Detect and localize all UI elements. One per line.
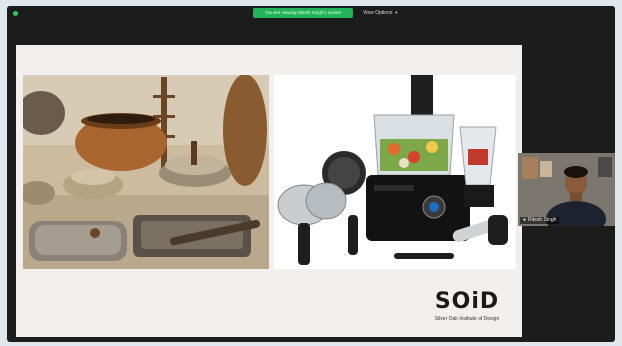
soid-logo-subtext: Silver Oak Institute of Design xyxy=(434,316,500,322)
food-processor-photo xyxy=(274,75,516,269)
traditional-utensils-photo xyxy=(23,75,269,269)
view-options-label: View Options xyxy=(363,10,393,16)
screen-share-banner: You are viewing Ritesh Singh's screen xyxy=(253,8,353,18)
meeting-top-bar: You are viewing Ritesh Singh's screen Vi… xyxy=(7,6,615,20)
connection-status-icon xyxy=(13,11,18,16)
soid-logo-text: SOiD xyxy=(434,289,500,314)
soid-logo: SOiD Silver Oak Institute of Design xyxy=(424,289,510,329)
participant-name-label: ● Ritesh Singh xyxy=(520,217,560,224)
meeting-window: You are viewing Ritesh Singh's screen Vi… xyxy=(7,6,615,342)
view-options-button[interactable]: View Options ▼ xyxy=(363,8,398,18)
shared-slide: SOiD Silver Oak Institute of Design xyxy=(16,45,522,337)
participant-video-tile[interactable]: ● Ritesh Singh xyxy=(518,153,615,226)
mic-icon: ● xyxy=(523,217,527,223)
chevron-down-icon: ▼ xyxy=(394,10,399,15)
participant-video xyxy=(518,153,615,226)
